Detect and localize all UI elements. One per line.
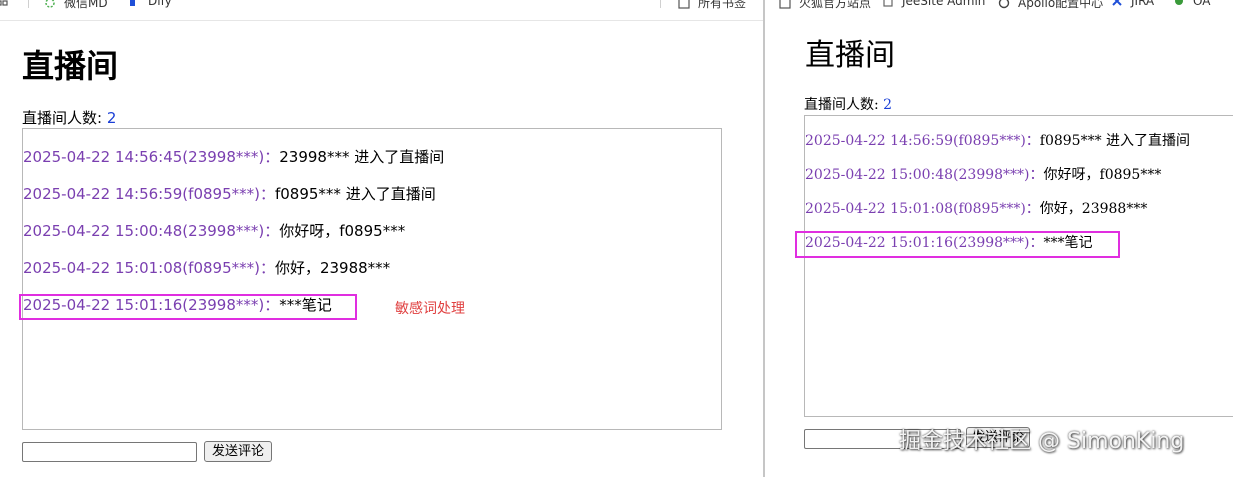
chat-message: 2025-04-22 15:00:48(23998***)：你好呀，f0895*…	[805, 166, 1161, 184]
bookmark-label: 微信MD	[64, 0, 108, 10]
bookmark-jira[interactable]: JIRA	[1111, 0, 1154, 8]
highlight-box	[795, 231, 1120, 258]
chat-message: 2025-04-22 14:56:59(f0895***)：f0895*** 进…	[23, 184, 436, 204]
bookmark-wechat-md[interactable]: 微信MD	[44, 0, 108, 11]
bookmark-label: Apollo配置中心	[1018, 0, 1104, 10]
message-text: 你好呀，f0895***	[279, 222, 406, 240]
bookmark-label: Dify	[148, 0, 172, 8]
bookmarks-bar: 火狐官方站点 JeeSite Admin Apollo配置中心 JIRA OA	[765, 0, 1233, 12]
chat-message: 2025-04-22 15:01:08(f0895***)：你好，23988**…	[23, 258, 390, 278]
bookmark-dify[interactable]: Dify	[128, 0, 172, 8]
jeesite-icon	[883, 0, 893, 7]
bookmark-apps[interactable]	[0, 0, 16, 6]
bookmark-label: JeeSite Admin	[902, 0, 986, 8]
bookmark-label: OA	[1193, 0, 1211, 8]
bookmarks-separator	[660, 0, 661, 8]
message-text: 你好，23988***	[274, 259, 391, 277]
message-meta: 2025-04-22 14:56:59(f0895***)：	[805, 133, 1040, 149]
page-title: 直播间	[805, 38, 895, 73]
comment-input[interactable]	[22, 442, 197, 462]
page-title: 直播间	[22, 47, 119, 85]
message-text: f0895*** 进入了直播间	[1039, 133, 1191, 149]
apps-grid-icon	[0, 0, 8, 6]
bookmark-oa[interactable]: OA	[1173, 0, 1210, 8]
bookmarks-bar: 微信MD Dify 所有书签	[0, 0, 763, 21]
watermark: 掘金技术社区 @ SimonKing	[899, 429, 1185, 454]
bookmark-label: 所有书签	[698, 0, 747, 10]
oa-icon	[1175, 0, 1183, 5]
message-text: f0895*** 进入了直播间	[274, 185, 436, 203]
apollo-icon	[998, 0, 1010, 8]
viewer-count-line: 直播间人数: 2	[804, 96, 892, 114]
wechat-md-icon	[45, 0, 55, 8]
folder-icon	[678, 0, 690, 9]
send-comment-button[interactable]: 发送评论	[204, 441, 272, 462]
message-text: 23998*** 进入了直播间	[279, 148, 445, 166]
viewer-count-label: 直播间人数:	[22, 109, 103, 127]
bookmark-all-bookmarks[interactable]: 所有书签	[678, 0, 746, 11]
message-text: 你好呀，f0895***	[1043, 167, 1162, 183]
message-text: 你好，23988***	[1039, 201, 1148, 217]
chat-message: 2025-04-22 14:56:45(23998***)：23998*** 进…	[23, 147, 444, 167]
viewer-count-label: 直播间人数:	[804, 97, 879, 113]
chat-message: 2025-04-22 14:56:59(f0895***)：f0895*** 进…	[805, 132, 1190, 150]
message-meta: 2025-04-22 14:56:45(23998***)：	[23, 148, 280, 166]
chat-message-list[interactable]: 2025-04-22 14:56:59(f0895***)：f0895*** 进…	[804, 115, 1233, 417]
chat-message: 2025-04-22 15:00:48(23998***)：你好呀，f0895*…	[23, 221, 405, 241]
message-meta: 2025-04-22 14:56:59(f0895***)：	[23, 185, 275, 203]
sensitive-word-annotation: 敏感词处理	[395, 301, 465, 317]
bookmark-firefox[interactable]: 火狐官方站点	[779, 0, 871, 11]
left-browser-window: 微信MD Dify 所有书签 直播间 直播间人数: 2 2025-04-22 1…	[0, 0, 763, 477]
bookmark-jeesite[interactable]: JeeSite Admin	[882, 0, 985, 8]
message-meta: 2025-04-22 15:00:48(23998***)：	[23, 222, 280, 240]
viewer-count-line: 直播间人数: 2	[22, 108, 116, 128]
highlight-box	[19, 294, 357, 320]
bookmark-label: JIRA	[1131, 0, 1155, 8]
bookmark-apollo[interactable]: Apollo配置中心	[998, 0, 1103, 11]
bookmark-label: 火狐官方站点	[799, 0, 872, 10]
message-meta: 2025-04-22 15:01:08(f0895***)：	[805, 201, 1040, 217]
chat-message-list[interactable]: 2025-04-22 14:56:45(23998***)：23998*** 进…	[22, 128, 722, 430]
right-browser-window: 火狐官方站点 JeeSite Admin Apollo配置中心 JIRA OA	[765, 0, 1233, 477]
viewer-count-value: 2	[883, 97, 893, 113]
jira-icon	[1112, 0, 1122, 6]
message-meta: 2025-04-22 15:01:08(f0895***)：	[23, 259, 275, 277]
message-meta: 2025-04-22 15:00:48(23998***)：	[805, 167, 1044, 183]
chat-message: 2025-04-22 15:01:08(f0895***)：你好，23988**…	[805, 200, 1147, 218]
viewer-count-value: 2	[106, 109, 117, 127]
dify-icon	[130, 0, 135, 6]
bookmarks-separator	[28, 0, 29, 8]
firefox-icon	[779, 0, 791, 9]
